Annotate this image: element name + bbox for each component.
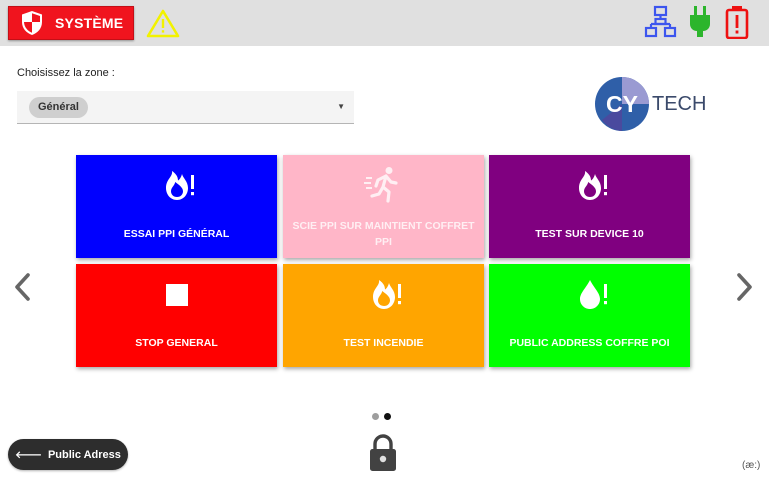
public-address-label: Public Adress bbox=[47, 448, 121, 461]
fire-alert-icon bbox=[76, 165, 277, 207]
tile-essai-ppi-general[interactable]: ESSAI PPI GÉNÉRAL bbox=[76, 155, 277, 258]
fire-alert-icon bbox=[283, 274, 484, 316]
zone-selected-chip: Général bbox=[29, 97, 88, 118]
systeme-button[interactable]: SYSTÈME bbox=[8, 6, 134, 40]
tile-label: STOP GENERAL bbox=[135, 336, 218, 349]
power-plug-icon[interactable] bbox=[689, 5, 711, 39]
lock-icon[interactable] bbox=[367, 433, 399, 473]
network-icon[interactable] bbox=[644, 5, 677, 39]
systeme-label: SYSTÈME bbox=[55, 15, 124, 31]
pagination-dots bbox=[372, 413, 391, 421]
tile-test-incendie[interactable]: TEST INCENDIE bbox=[283, 264, 484, 367]
tile-label: ESSAI PPI GÉNÉRAL bbox=[123, 227, 230, 240]
tile-label: TEST SUR DEVICE 10 bbox=[535, 227, 644, 240]
previous-page-arrow-icon[interactable] bbox=[10, 270, 36, 304]
shield-icon bbox=[22, 11, 42, 35]
page-dot-2[interactable] bbox=[384, 413, 391, 420]
top-bar: SYSTÈME bbox=[0, 0, 769, 46]
zone-select[interactable]: Général ▼ bbox=[17, 91, 354, 124]
dropdown-arrow-icon: ▼ bbox=[337, 102, 345, 111]
water-drop-alert-icon bbox=[489, 274, 690, 316]
tile-test-device-10[interactable]: TEST SUR DEVICE 10 bbox=[489, 155, 690, 258]
battery-alert-icon[interactable] bbox=[724, 5, 750, 39]
logo-tech-text: TECH bbox=[652, 93, 706, 115]
tile-label: TEST INCENDIE bbox=[343, 336, 424, 349]
page-dot-1[interactable] bbox=[372, 413, 379, 420]
cytech-logo: CY TECH bbox=[595, 77, 706, 131]
warning-triangle-icon[interactable] bbox=[145, 8, 181, 38]
tile-label: SCIE PPI SUR MAINTIENT COFFRET PPI bbox=[292, 219, 475, 248]
tile-label: PUBLIC ADDRESS COFFRE POI bbox=[509, 336, 670, 349]
logo-cy-text: CY bbox=[606, 91, 638, 117]
public-address-button[interactable]: 🡐 Public Adress bbox=[8, 439, 128, 470]
stop-square-icon bbox=[76, 274, 277, 316]
next-page-arrow-icon[interactable] bbox=[731, 270, 757, 304]
corner-badge: (æ:) bbox=[742, 460, 761, 471]
zone-label: Choisissez la zone : bbox=[17, 67, 115, 79]
running-exit-icon bbox=[283, 165, 484, 207]
tile-scie-ppi[interactable]: SCIE PPI SUR MAINTIENT COFFRET PPI bbox=[283, 155, 484, 258]
arrow-left-icon: 🡐 bbox=[15, 449, 42, 461]
tile-stop-general[interactable]: STOP GENERAL bbox=[76, 264, 277, 367]
tile-public-address[interactable]: PUBLIC ADDRESS COFFRE POI bbox=[489, 264, 690, 367]
fire-alert-icon bbox=[489, 165, 690, 207]
